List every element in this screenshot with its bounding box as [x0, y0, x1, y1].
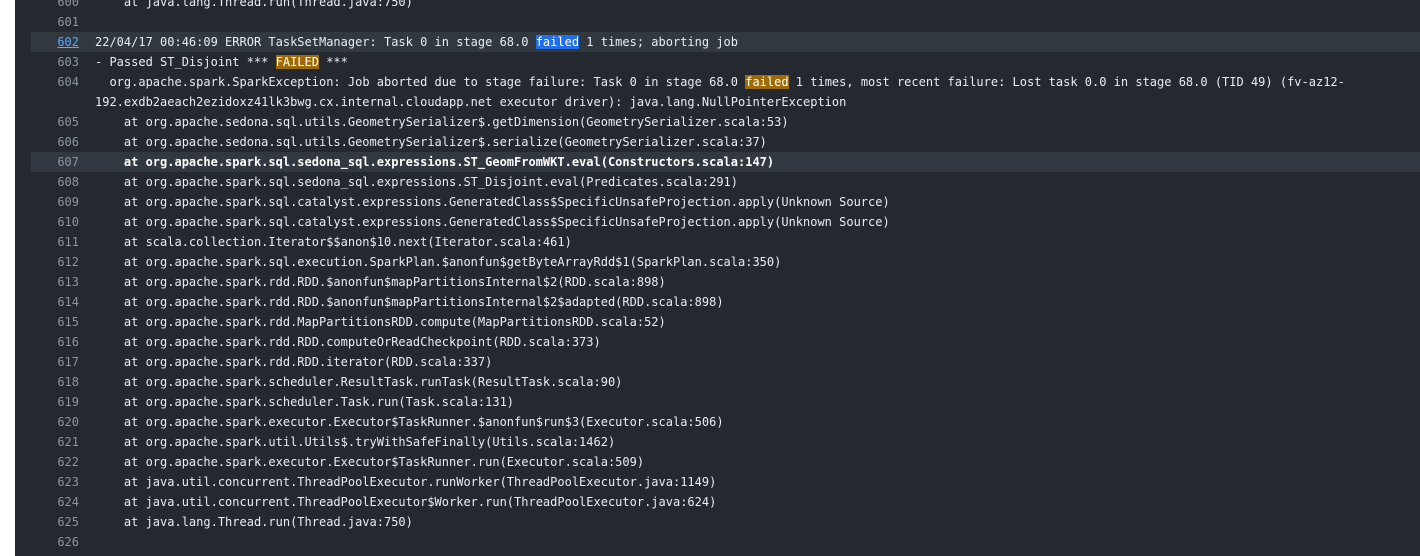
line-text: at org.apache.spark.rdd.RDD.computeOrRea…	[95, 335, 601, 349]
line-number[interactable]: 622	[31, 452, 79, 472]
line-text: at org.apache.spark.sql.catalyst.express…	[95, 195, 890, 209]
line-number[interactable]: 621	[31, 432, 79, 452]
line-text: at java.lang.Thread.run(Thread.java:750)	[95, 515, 413, 529]
line-text: at org.apache.spark.executor.Executor$Ta…	[95, 415, 724, 429]
line-number[interactable]: 604	[31, 72, 79, 92]
log-line: 611 at scala.collection.Iterator$$anon$1…	[31, 232, 1420, 252]
line-text: at java.util.concurrent.ThreadPoolExecut…	[95, 475, 717, 489]
line-text: at java.util.concurrent.ThreadPoolExecut…	[95, 495, 717, 509]
log-line: 626	[31, 532, 1420, 552]
line-number[interactable]: 613	[31, 272, 79, 292]
search-match: FAILED	[275, 55, 319, 69]
line-number[interactable]: 623	[31, 472, 79, 492]
line-number[interactable]: 611	[31, 232, 79, 252]
line-number[interactable]: 605	[31, 112, 79, 132]
log-line: 600 at java.lang.Thread.run(Thread.java:…	[31, 0, 1420, 12]
log-line: 617 at org.apache.spark.rdd.RDD.iterator…	[31, 352, 1420, 372]
line-text: at org.apache.spark.executor.Executor$Ta…	[95, 455, 645, 469]
log-line: 603 - Passed ST_Disjoint *** FAILED ***	[31, 52, 1420, 72]
log-line: 612 at org.apache.spark.sql.execution.Sp…	[31, 252, 1420, 272]
line-text: at org.apache.sedona.sql.utils.GeometryS…	[95, 115, 789, 129]
line-number[interactable]: 617	[31, 352, 79, 372]
line-number[interactable]: 609	[31, 192, 79, 212]
log-line: 601	[31, 12, 1420, 32]
line-text-segment: org.apache.spark.SparkException: Job abo…	[95, 75, 746, 89]
line-text: at org.apache.spark.rdd.MapPartitionsRDD…	[95, 315, 666, 329]
log-line: 625 at java.lang.Thread.run(Thread.java:…	[31, 512, 1420, 532]
log-line: 614 at org.apache.spark.rdd.RDD.$anonfun…	[31, 292, 1420, 312]
line-text-segment: 22/04/17 00:46:09 ERROR TaskSetManager: …	[95, 35, 536, 49]
line-number[interactable]: 608	[31, 172, 79, 192]
search-match-selected: failed	[535, 35, 580, 49]
log-viewer: 600 at java.lang.Thread.run(Thread.java:…	[15, 0, 1420, 556]
line-number[interactable]: 607	[31, 152, 79, 172]
line-number[interactable]: 612	[31, 252, 79, 272]
line-text: at org.apache.spark.rdd.RDD.$anonfun$map…	[95, 295, 724, 309]
line-number[interactable]: 603	[31, 52, 79, 72]
log-line: 613 at org.apache.spark.rdd.RDD.$anonfun…	[31, 272, 1420, 292]
line-text: 22/04/17 00:46:09 ERROR TaskSetManager: …	[79, 32, 1420, 52]
log-line: 609 at org.apache.spark.sql.catalyst.exp…	[31, 192, 1420, 212]
log-line: 610 at org.apache.spark.sql.catalyst.exp…	[31, 212, 1420, 232]
line-number-link[interactable]: 602	[31, 32, 79, 52]
line-text: at org.apache.spark.sql.sedona_sql.expre…	[95, 155, 775, 169]
line-text: at org.apache.spark.scheduler.Task.run(T…	[95, 395, 515, 409]
log-line-selected: 602 22/04/17 00:46:09 ERROR TaskSetManag…	[31, 32, 1420, 52]
line-text: at org.apache.sedona.sql.utils.GeometryS…	[95, 135, 767, 149]
line-text: at org.apache.spark.util.Utils$.tryWithS…	[95, 435, 616, 449]
line-number[interactable]: 616	[31, 332, 79, 352]
line-number[interactable]: 618	[31, 372, 79, 392]
line-number[interactable]: 626	[31, 532, 79, 552]
line-number[interactable]: 601	[31, 12, 79, 32]
line-text: at org.apache.spark.scheduler.ResultTask…	[95, 375, 623, 389]
line-text: at org.apache.spark.sql.catalyst.express…	[95, 215, 890, 229]
log-line: 615 at org.apache.spark.rdd.MapPartition…	[31, 312, 1420, 332]
log-line: 608 at org.apache.spark.sql.sedona_sql.e…	[31, 172, 1420, 192]
line-number[interactable]: 614	[31, 292, 79, 312]
log-line: 619 at org.apache.spark.scheduler.Task.r…	[31, 392, 1420, 412]
log-line: 616 at org.apache.spark.rdd.RDD.computeO…	[31, 332, 1420, 352]
line-number[interactable]: 610	[31, 212, 79, 232]
line-text-segment: ***	[318, 55, 348, 69]
line-text: - Passed ST_Disjoint *** FAILED ***	[79, 52, 1420, 72]
line-text: at scala.collection.Iterator$$anon$10.ne…	[95, 235, 572, 249]
line-number[interactable]: 624	[31, 492, 79, 512]
line-text-continuation: 192.exdb2aeach2ezidoxz41lk3bwg.cx.intern…	[95, 95, 847, 109]
line-text: at org.apache.spark.sql.sedona_sql.expre…	[95, 175, 738, 189]
log-line: 604 org.apache.spark.SparkException: Job…	[31, 72, 1420, 112]
line-number[interactable]: 620	[31, 412, 79, 432]
line-number[interactable]: 625	[31, 512, 79, 532]
line-text: at java.lang.Thread.run(Thread.java:750)	[95, 0, 413, 9]
line-number[interactable]: 619	[31, 392, 79, 412]
line-number[interactable]: 606	[31, 132, 79, 152]
line-number[interactable]: 615	[31, 312, 79, 332]
log-line: 606 at org.apache.sedona.sql.utils.Geome…	[31, 132, 1420, 152]
log-line: 622 at org.apache.spark.executor.Executo…	[31, 452, 1420, 472]
log-line-hovered: 607 at org.apache.spark.sql.sedona_sql.e…	[31, 152, 1420, 172]
line-text: at org.apache.spark.rdd.RDD.iterator(RDD…	[95, 355, 493, 369]
line-number[interactable]: 600	[31, 0, 79, 12]
line-text: at org.apache.spark.rdd.RDD.$anonfun$map…	[95, 275, 666, 289]
log-line: 621 at org.apache.spark.util.Utils$.tryW…	[31, 432, 1420, 452]
line-text: at org.apache.spark.sql.execution.SparkP…	[95, 255, 782, 269]
line-text: org.apache.spark.SparkException: Job abo…	[79, 72, 1420, 112]
line-text-segment: 1 times; aborting job	[579, 35, 739, 49]
log-lines: 600 at java.lang.Thread.run(Thread.java:…	[31, 0, 1420, 552]
log-line: 624 at java.util.concurrent.ThreadPoolEx…	[31, 492, 1420, 512]
search-match: failed	[745, 75, 789, 89]
log-line: 623 at java.util.concurrent.ThreadPoolEx…	[31, 472, 1420, 492]
log-line: 605 at org.apache.sedona.sql.utils.Geome…	[31, 112, 1420, 132]
line-text-segment: 1 times, most recent failure: Lost task …	[788, 75, 1345, 89]
log-line: 618 at org.apache.spark.scheduler.Result…	[31, 372, 1420, 392]
line-text-segment: - Passed ST_Disjoint ***	[95, 55, 276, 69]
log-line: 620 at org.apache.spark.executor.Executo…	[31, 412, 1420, 432]
